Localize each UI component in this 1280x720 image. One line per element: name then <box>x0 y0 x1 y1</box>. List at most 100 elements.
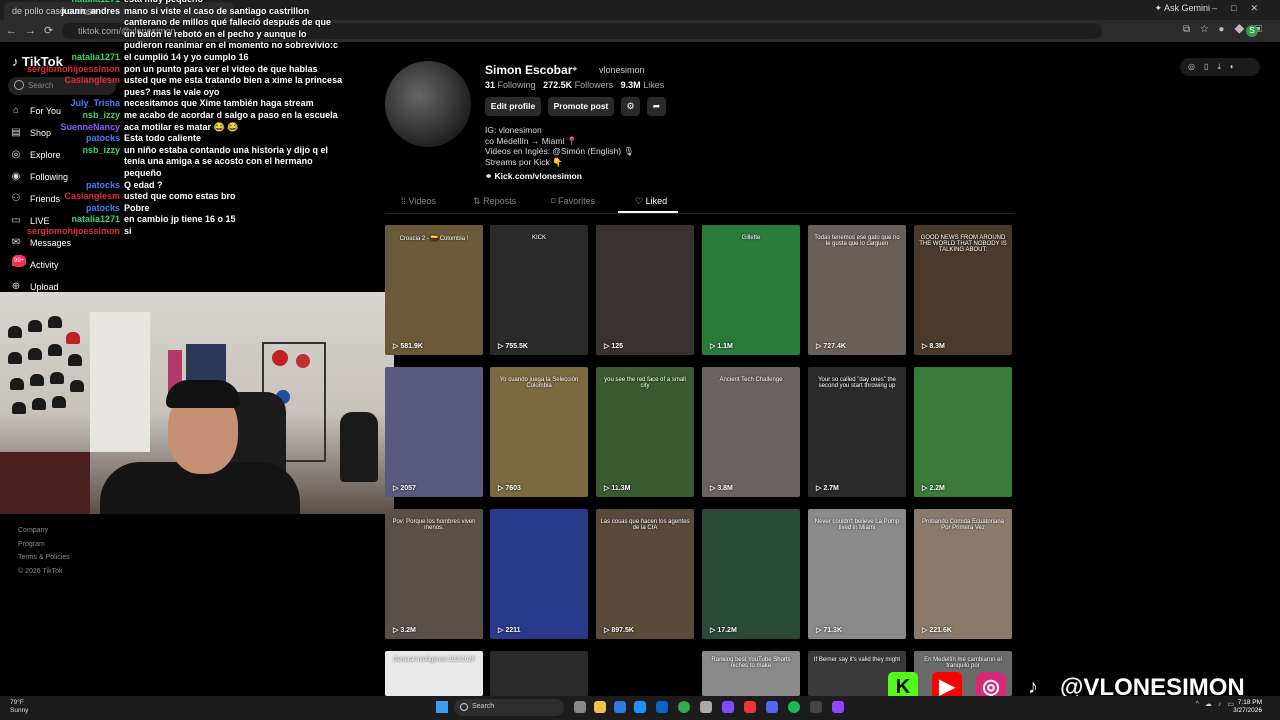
video-caption: Todas tenemos ese gato que no le gusta q… <box>814 235 900 247</box>
notepad-icon[interactable] <box>700 701 712 713</box>
video-tile[interactable]: Your so called "day ones" the second you… <box>808 367 906 497</box>
chat-text: canterano de millos qué falleció después… <box>124 17 332 28</box>
chat-username[interactable]: nsb_izzy <box>82 110 120 121</box>
video-tile[interactable]: Croacia 2 - 🇨🇴 Colombia ! ▷ 581.9K <box>385 225 483 355</box>
followers-label[interactable]: Followers <box>575 80 614 90</box>
video-tile[interactable]: ▷ 17.2M <box>702 509 800 639</box>
chat-text: Q edad ? <box>124 179 163 190</box>
chat-username[interactable]: patocks <box>86 203 120 214</box>
video-caption: En Medellín me cambiaron el tranquilo po… <box>924 657 1002 669</box>
chat-text: mano si viste el caso de santiago castri… <box>124 5 310 16</box>
footer-link-program[interactable]: Program <box>18 538 70 552</box>
chat-username[interactable]: Casianglesm <box>64 75 120 86</box>
chat-message: juann_andres mano si viste el caso de san… <box>0 6 340 18</box>
video-view-count: ▷ 3.2M <box>393 626 416 634</box>
video-tile[interactable]: KICK ▷ 755.5K <box>490 225 588 355</box>
task-view-icon[interactable] <box>574 701 586 713</box>
video-tile[interactable]: Todas tenemos ese gato que no le gusta q… <box>808 225 906 355</box>
outlook-icon[interactable] <box>656 701 668 713</box>
discord-icon[interactable] <box>766 701 778 713</box>
chat-username[interactable]: July_Trisha <box>70 98 120 109</box>
video-tile[interactable]: GOOD NEWS FROM AROUND THE WORLD THAT NOB… <box>914 225 1012 355</box>
following-count: 31 <box>485 80 496 90</box>
video-view-count: ▷ 71.3K <box>816 626 842 634</box>
video-tile[interactable]: ▷ 125 <box>596 225 694 355</box>
settings-gear-icon[interactable]: ⚙ <box>621 97 640 116</box>
app-icon[interactable] <box>810 701 822 713</box>
video-tile[interactable]: Never couldn't believe La Pump lived in … <box>808 509 906 639</box>
taskbar-search[interactable]: Search <box>454 699 564 716</box>
chat-username[interactable]: natalia1271 <box>71 0 120 5</box>
chat-username[interactable]: patocks <box>86 180 120 191</box>
view-count-text: 8.3M <box>929 343 945 350</box>
app-icon[interactable] <box>744 701 756 713</box>
browser-profile-avatar[interactable]: S <box>1246 25 1258 37</box>
tab-liked[interactable]: ♡ Liked <box>635 196 667 207</box>
file-explorer-icon[interactable] <box>594 701 606 713</box>
promote-post-button[interactable]: Promote post <box>548 97 614 116</box>
tab-label: Videos <box>408 196 436 206</box>
chat-username[interactable]: sergiomohijoessimon <box>27 226 120 237</box>
window-controls[interactable]: –□✕ <box>1212 3 1272 14</box>
chat-username[interactable]: sergiomohijoessimon <box>27 64 120 75</box>
chat-username[interactable]: patocks <box>86 133 120 144</box>
chat-message: pues? mas le vale oyo <box>0 87 340 99</box>
sparkle-icon: ✦ <box>571 64 579 74</box>
footer-link-terms[interactable]: Terms & Policies <box>18 551 70 565</box>
app-icon[interactable] <box>832 701 844 713</box>
video-tile[interactable]: ▷ 2211 <box>490 509 588 639</box>
video-tile[interactable]: Las cosas que hacen los agentes de la CI… <box>596 509 694 639</box>
video-tile[interactable] <box>490 651 588 696</box>
footer-link-company[interactable]: Company <box>18 524 70 538</box>
tab-label: Liked <box>645 196 668 206</box>
video-tile[interactable]: you see the red face of a small city ▷ 11… <box>596 367 694 497</box>
clock-time: 7:18 PM <box>1237 699 1262 706</box>
video-tile[interactable]: Probando Comida Ecuatoriana Por Primera … <box>914 509 1012 639</box>
tab-videos[interactable]: ⁞⁞ Videos <box>401 196 436 206</box>
profile-avatar[interactable] <box>385 61 471 147</box>
door <box>90 312 150 452</box>
spotify-icon[interactable] <box>788 701 800 713</box>
chat-username[interactable]: nsb_izzy <box>82 145 120 156</box>
chat-username[interactable]: juann_andres <box>61 6 120 17</box>
chat-message: natalia1271 en cambio jp tiene 16 o 15 <box>0 214 340 226</box>
ask-gemini-button[interactable]: ✦ Ask Gemini <box>1154 3 1210 14</box>
chrome-icon[interactable] <box>678 701 690 713</box>
following-label[interactable]: Following <box>498 80 536 90</box>
chat-text: esta muy pequeño <box>124 0 203 5</box>
video-tile[interactable]: Ancient Tech Challenge ▷ 3.8M <box>702 367 800 497</box>
app-icon[interactable] <box>722 701 734 713</box>
video-tile[interactable]: General Intelligence 3/23/2026 <box>385 651 483 696</box>
edit-profile-button[interactable]: Edit profile <box>485 97 541 116</box>
chat-username[interactable]: natalia1271 <box>71 52 120 63</box>
tab-favorites[interactable]: ⌑ Favorites <box>551 196 595 207</box>
video-tile[interactable]: Yo cuando juega la Selección Colombia ▷ 7… <box>490 367 588 497</box>
share-arrow-icon[interactable]: ➦ <box>647 97 666 116</box>
video-tile[interactable]: ▷ 2.2M <box>914 367 1012 497</box>
edge-icon[interactable] <box>614 701 626 713</box>
view-count-text: 1.1M <box>717 343 733 350</box>
view-count-text: 71.3K <box>823 627 843 634</box>
sidebar-item-activity[interactable]: ✉99+Activity <box>10 255 59 274</box>
chat-username[interactable]: natalia1271 <box>71 214 120 225</box>
store-icon[interactable] <box>634 701 646 713</box>
video-tile[interactable]: Ranking best YouTube Shorts niches to ma… <box>702 651 800 696</box>
chat-message: SuenneNancy aca motilar es matar 😂 😂 <box>0 122 340 134</box>
taskbar-clock[interactable]: 7:18 PM 3/27/2026 <box>1233 699 1262 715</box>
chat-text: aca motilar es matar 😂 😂 <box>124 121 239 132</box>
profile-link[interactable]: ⚭ Kick.com/vlonesimon <box>485 171 582 182</box>
browser-extension-icons[interactable]: ⧉☆●◆▣ <box>1183 24 1272 35</box>
bag <box>340 412 378 482</box>
chat-username[interactable]: SuenneNancy <box>60 122 120 133</box>
video-tile[interactable]: ▷ 2057 <box>385 367 483 497</box>
video-tile[interactable]: Gillette ▷ 1.1M <box>702 225 800 355</box>
weather-widget[interactable]: 79°F Sunny <box>10 699 28 715</box>
chat-username[interactable]: Casianglesm <box>64 191 120 202</box>
video-tile[interactable] <box>596 651 694 696</box>
view-count-text: 727.4K <box>823 343 846 350</box>
windows-start-icon[interactable] <box>436 701 448 713</box>
video-view-count: ▷ 2211 <box>498 626 521 634</box>
video-tile[interactable]: Pov: Porque los hombres viven menos. ▷ 3.… <box>385 509 483 639</box>
tab-reposts[interactable]: ⇅ Reposts <box>473 196 516 207</box>
page-tools[interactable]: ◎▯⤓◐ <box>1180 58 1260 76</box>
